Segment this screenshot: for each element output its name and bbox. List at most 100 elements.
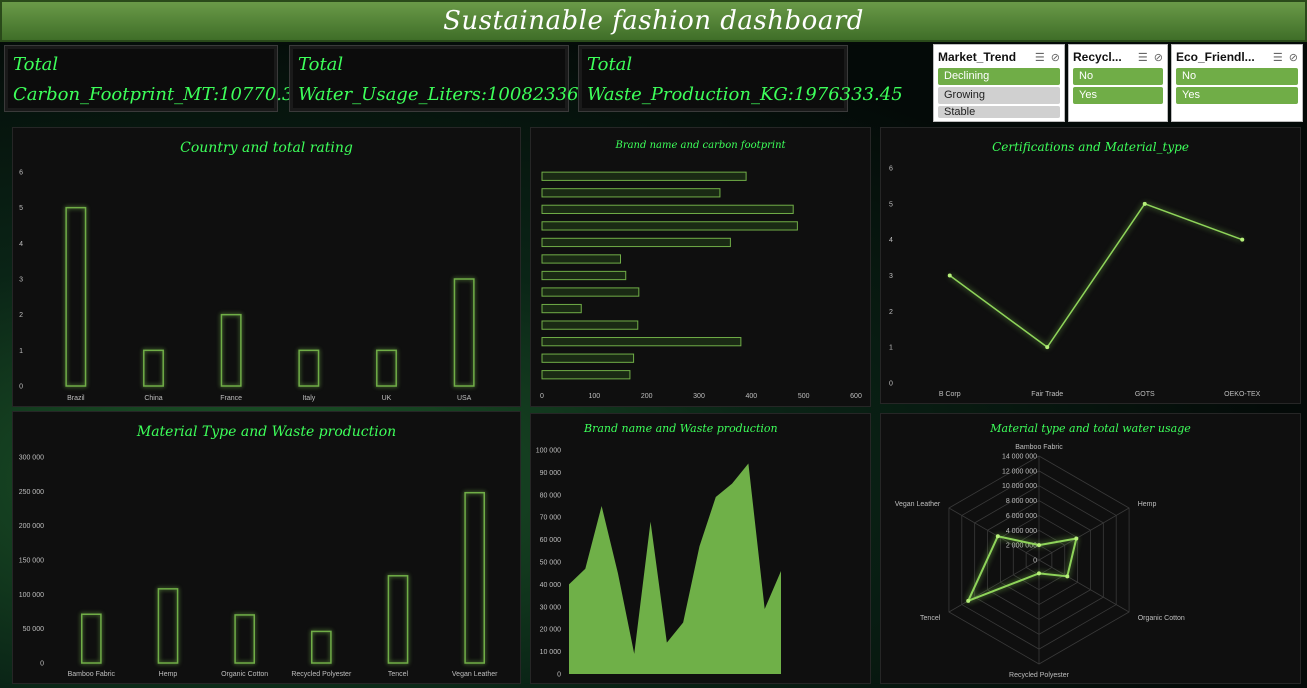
bar <box>541 337 742 347</box>
bar <box>541 320 639 330</box>
chart-cert-material: 0 1 2 3 4 5 6 B Corp Fair Trade GOTS OEKO-TEX <box>889 166 1261 399</box>
slicer-item-no[interactable]: No <box>1073 68 1163 85</box>
bar <box>541 287 640 297</box>
bar <box>541 370 631 380</box>
clear-filter-icon[interactable]: ⊘ <box>1051 51 1060 64</box>
y-tick-label: 10 000 <box>540 649 562 656</box>
bar <box>234 614 255 664</box>
x-tick-label: 0 <box>540 393 544 400</box>
r-tick-label: 6 000 000 <box>1006 513 1037 520</box>
slicer-item-declining[interactable]: Declining <box>938 68 1060 85</box>
r-tick-label: 12 000 000 <box>1002 468 1037 475</box>
kpi-carbon-label: Total <box>13 54 59 75</box>
data-point <box>1074 536 1079 541</box>
bar <box>541 221 798 231</box>
y-tick-label: 40 000 <box>540 582 562 589</box>
x-tick-label: GOTS <box>1135 391 1155 398</box>
x-tick-label: 500 <box>798 393 810 400</box>
slicer-item-yes[interactable]: Yes <box>1073 87 1163 104</box>
data-point <box>1045 345 1050 350</box>
x-tick-label: Organic Cotton <box>221 671 268 678</box>
x-tick-label: Italy <box>302 395 315 402</box>
kpi-waste-card: Total Waste_Production_KG:1976333.45 <box>578 45 903 112</box>
y-tick-label: 1 <box>889 345 893 352</box>
y-tick-label: 5 <box>19 205 23 212</box>
y-tick-label: 50 000 <box>540 560 562 567</box>
chart-brand-waste: 0 10 000 20 000 30 000 40 000 50 000 60 000 70 … <box>536 448 781 679</box>
category-label: Hemp <box>1138 501 1157 508</box>
category-label: Organic Cotton <box>1138 615 1185 622</box>
category-label: Bamboo Fabric <box>1015 444 1063 451</box>
slicer-recycled[interactable]: Recycl... ☰ ⊘ No Yes <box>1068 44 1168 122</box>
data-point <box>1065 574 1070 579</box>
multi-select-icon[interactable]: ☰ <box>1035 51 1045 64</box>
chart-panel-cert-material: Certifications and Material_type 0123456… <box>880 127 1301 404</box>
chart-country-rating: 0 1 2 3 4 5 6 Brazil China France Italy UK USA <box>19 170 475 402</box>
bar <box>541 254 621 264</box>
y-tick-label: 3 <box>889 273 893 280</box>
y-tick-label: 0 <box>557 672 561 679</box>
x-tick-label: OEKO-TEX <box>1224 391 1261 398</box>
x-tick-label: 300 <box>693 393 705 400</box>
r-tick-label: 14 000 000 <box>1002 454 1037 461</box>
r-tick-label: 4 000 000 <box>1006 528 1037 535</box>
clear-filter-icon[interactable]: ⊘ <box>1154 51 1163 64</box>
dashboard-title-bar: Sustainable fashion dashboard <box>0 0 1307 42</box>
x-tick-label: Vegan Leather <box>452 671 498 678</box>
y-tick-label: 80 000 <box>540 492 562 499</box>
data-point <box>1142 201 1147 206</box>
y-tick-label: 50 000 <box>23 626 45 633</box>
category-label: Vegan Leather <box>895 501 941 508</box>
chart-panel-brand-carbon: Brand name and carbon footprint 0 100 200 3… <box>530 127 871 407</box>
bar <box>220 313 242 387</box>
y-tick-label: 0 <box>40 661 44 668</box>
bar <box>541 353 635 363</box>
slicer-eco-friendly-title: Eco_Friendl... <box>1176 50 1255 64</box>
data-point <box>966 598 971 603</box>
y-tick-label: 2 <box>889 309 893 316</box>
radar-axis <box>1038 559 1130 613</box>
bar <box>464 491 486 664</box>
y-tick-label: 0 <box>19 384 23 391</box>
x-tick-label: Tencel <box>388 671 409 678</box>
y-tick-label: 4 <box>889 237 893 244</box>
y-tick-label: 4 <box>19 241 23 248</box>
kpi-water-value: Water_Usage_Liters:100823365.24 <box>298 84 619 105</box>
slicer-item-no[interactable]: No <box>1176 68 1298 85</box>
y-tick-label: 20 000 <box>540 627 562 634</box>
bar <box>541 204 794 214</box>
y-tick-label: 0 <box>889 381 893 388</box>
bar <box>541 303 582 314</box>
bar <box>311 630 332 664</box>
slicer-item-yes[interactable]: Yes <box>1176 87 1298 104</box>
chart-brand-carbon: 0 100 200 300 400 500 600 <box>540 171 862 400</box>
multi-select-icon[interactable]: ☰ <box>1138 51 1148 64</box>
data-point <box>1240 237 1245 242</box>
slicer-item-stable[interactable]: Stable <box>938 106 1060 118</box>
kpi-water-label: Total <box>298 54 344 75</box>
slicer-market-trend[interactable]: Market_Trend ☰ ⊘ Declining Growing Stable <box>933 44 1065 122</box>
x-tick-label: USA <box>457 395 472 402</box>
chart-panel-material-waste: Material Type and Waste production 0 50 0… <box>12 411 521 684</box>
area-series <box>569 463 781 674</box>
y-tick-label: 6 <box>889 166 893 173</box>
chart-panel-brand-waste: Brand name and Waste production 0 10 000 2… <box>530 413 871 684</box>
x-tick-label: Brazil <box>67 395 85 402</box>
multi-select-icon[interactable]: ☰ <box>1273 51 1283 64</box>
slicer-recycled-title: Recycl... <box>1073 50 1122 64</box>
data-point <box>947 273 952 278</box>
data-point <box>995 534 1000 539</box>
y-tick-label: 6 <box>19 170 23 177</box>
slicer-eco-friendly[interactable]: Eco_Friendl... ☰ ⊘ No Yes <box>1171 44 1303 122</box>
clear-filter-icon[interactable]: ⊘ <box>1289 51 1298 64</box>
bar <box>81 613 102 664</box>
bar <box>541 237 731 248</box>
data-point <box>1037 571 1041 576</box>
bar <box>298 349 320 387</box>
r-tick-label: 0 <box>1033 558 1037 565</box>
x-tick-label: Bamboo Fabric <box>68 671 116 678</box>
x-tick-label: Recycled Polyester <box>291 671 352 678</box>
bar <box>453 278 475 387</box>
slicer-item-growing[interactable]: Growing <box>938 87 1060 104</box>
r-tick-label: 10 000 000 <box>1002 483 1037 490</box>
